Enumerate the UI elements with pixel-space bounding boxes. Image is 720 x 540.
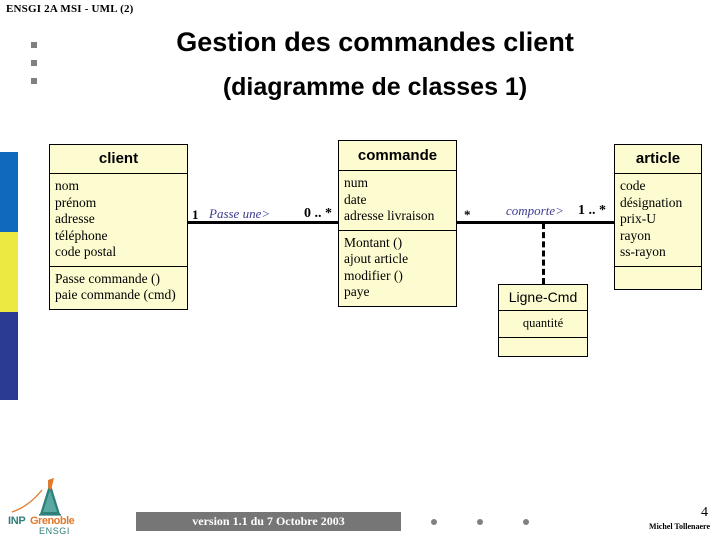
uml-operations-commande: Montant () ajout article modifier () pay… [339, 231, 456, 306]
uml-operation: Passe commande () [55, 270, 160, 286]
multiplicity-client-side: 1 [192, 207, 199, 222]
uml-operation: ajout article [344, 251, 409, 266]
uml-operation: paie commande (cmd) [55, 287, 176, 302]
footer-dot-2 [477, 519, 483, 525]
footer-dot-3 [523, 519, 529, 525]
multiplicity-article-side: 1 .. * [578, 203, 606, 218]
uml-attribute: désignation [620, 194, 683, 210]
uml-operations-ligne-cmd [499, 338, 587, 356]
page-number: 4 [701, 505, 708, 520]
sidebar-color-bar-blue [0, 152, 18, 232]
uml-class-name-commande: commande [338, 140, 457, 171]
association-class-dashed-link [542, 223, 545, 284]
uml-class-client[interactable]: client nom prénom adresse téléphone code… [49, 144, 188, 310]
uml-operations-article [615, 267, 701, 289]
uml-attribute: ss-rayon [620, 244, 666, 259]
footer-dot-1 [431, 519, 437, 525]
inp-mountain-icon [11, 478, 61, 516]
logo-text-inp: INP [8, 515, 26, 527]
logo-text-ensgi: ENSGI [39, 526, 71, 536]
uml-attribute: code [620, 178, 646, 193]
version-banner: version 1.1 du 7 Octobre 2003 [136, 512, 401, 531]
uml-operation: modifier () [344, 267, 403, 283]
uml-operations-client: Passe commande () paie commande (cmd) [50, 267, 187, 309]
decorative-bullet-2 [31, 60, 37, 66]
uml-attribute: nom [55, 178, 80, 193]
uml-attributes-ligne-cmd: quantité [499, 311, 587, 338]
uml-attribute: adresse [55, 211, 95, 226]
association-line-commande-article [457, 221, 614, 224]
uml-attribute: date [344, 191, 367, 207]
uml-attribute: quantité [522, 316, 564, 330]
sidebar-color-bar-navy [0, 312, 18, 400]
uml-association-class-ligne-cmd[interactable]: Ligne-Cmd quantité [498, 284, 588, 357]
uml-attribute: prix-U [620, 211, 656, 226]
author-name: Michel Tollenaere [649, 522, 710, 531]
uml-attribute: code postal [55, 244, 117, 259]
uml-operation: Montant () [344, 234, 403, 250]
course-header-label: ENSGI 2A MSI - UML (2) [6, 3, 134, 15]
uml-attribute: prénom [55, 194, 97, 210]
uml-attribute: adresse livraison [344, 208, 435, 223]
uml-class-name-ligne-cmd: Ligne-Cmd [499, 285, 587, 311]
uml-attribute: rayon [620, 227, 651, 243]
multiplicity-commande-right: * [464, 207, 471, 222]
uml-attributes-commande: num date adresse livraison [339, 171, 456, 231]
slide-title: Gestion des commandes client [176, 27, 574, 57]
ensgi-logo: INP Grenoble ENSGI [8, 478, 92, 536]
uml-attributes-client: nom prénom adresse téléphone code postal [50, 174, 187, 267]
uml-class-article[interactable]: article code désignation prix-U rayon ss… [614, 144, 702, 290]
uml-class-name-article: article [615, 145, 701, 174]
sidebar-color-bar-yellow [0, 232, 18, 312]
slide-subtitle: (diagramme de classes 1) [222, 73, 528, 101]
association-label-comporte: comporte> [506, 203, 564, 218]
uml-attribute: téléphone [55, 227, 108, 243]
multiplicity-commande-left: 0 .. * [304, 206, 332, 221]
uml-attribute: num [344, 175, 369, 190]
association-label-passe-une: Passe une> [209, 206, 271, 221]
uml-class-name-client: client [50, 145, 187, 174]
uml-class-commande[interactable]: num date adresse livraison Montant () aj… [338, 170, 457, 307]
uml-attributes-article: code désignation prix-U rayon ss-rayon [615, 174, 701, 267]
uml-operation: paye [344, 284, 370, 299]
